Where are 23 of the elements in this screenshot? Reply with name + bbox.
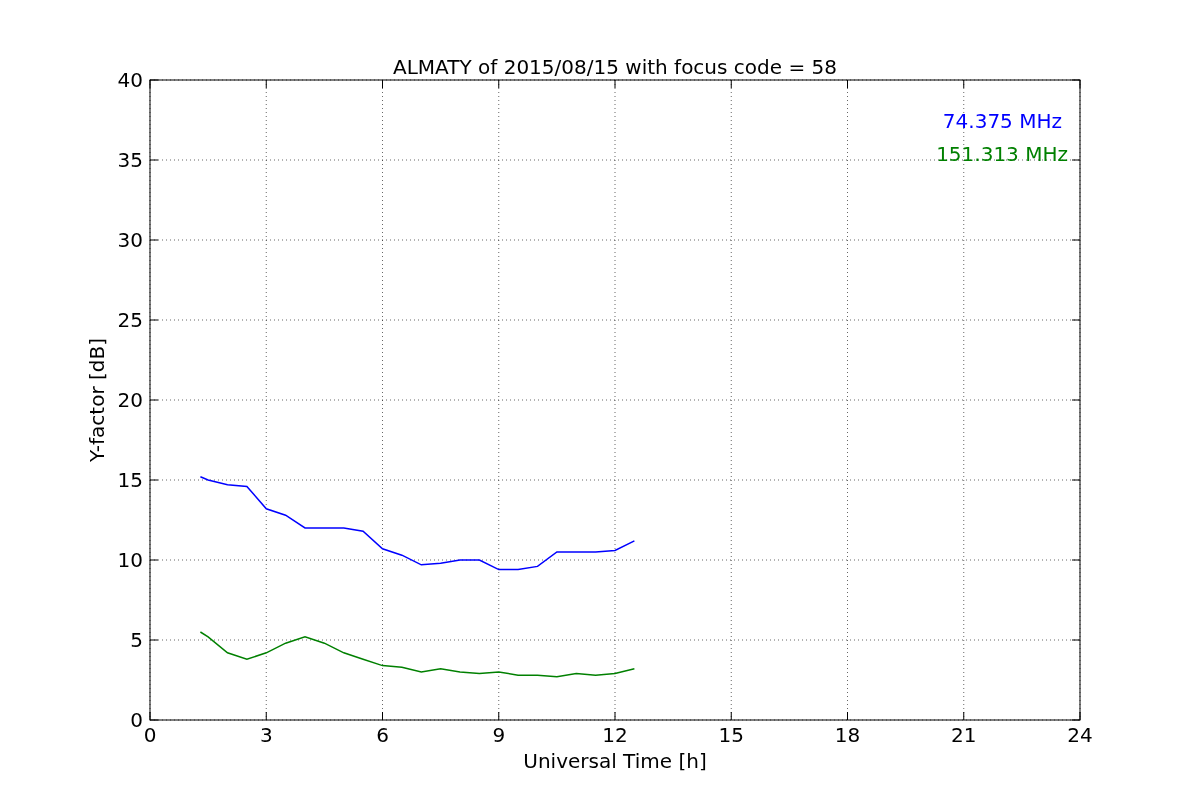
tick-label: 25	[117, 308, 143, 332]
tick-label: 15	[718, 723, 744, 747]
tick-label: 40	[117, 68, 143, 92]
tick-label: 15	[117, 468, 143, 492]
y-axis-label: Y-factor [dB]	[85, 338, 109, 462]
tick-label: 0	[143, 723, 157, 747]
chart-title: ALMATY of 2015/08/15 with focus code = 58	[393, 55, 837, 79]
legend-label: 151.313 MHz	[936, 142, 1068, 166]
tick-label: 24	[1067, 723, 1093, 747]
tick-label: 9	[492, 723, 506, 747]
tick-label: 10	[117, 548, 143, 572]
tick-label: 21	[951, 723, 977, 747]
tick-label: 18	[834, 723, 861, 747]
tick-label: 5	[130, 628, 143, 652]
legend-label: 74.375 MHz	[942, 109, 1062, 133]
x-axis-label: Universal Time [h]	[523, 749, 707, 773]
tick-label: 0	[130, 708, 143, 732]
tick-label: 3	[259, 723, 273, 747]
tick-label: 12	[602, 723, 628, 747]
tick-label: 30	[117, 228, 143, 252]
tick-label: 20	[117, 388, 143, 412]
tick-label: 35	[117, 148, 143, 172]
tick-label: 6	[376, 723, 389, 747]
